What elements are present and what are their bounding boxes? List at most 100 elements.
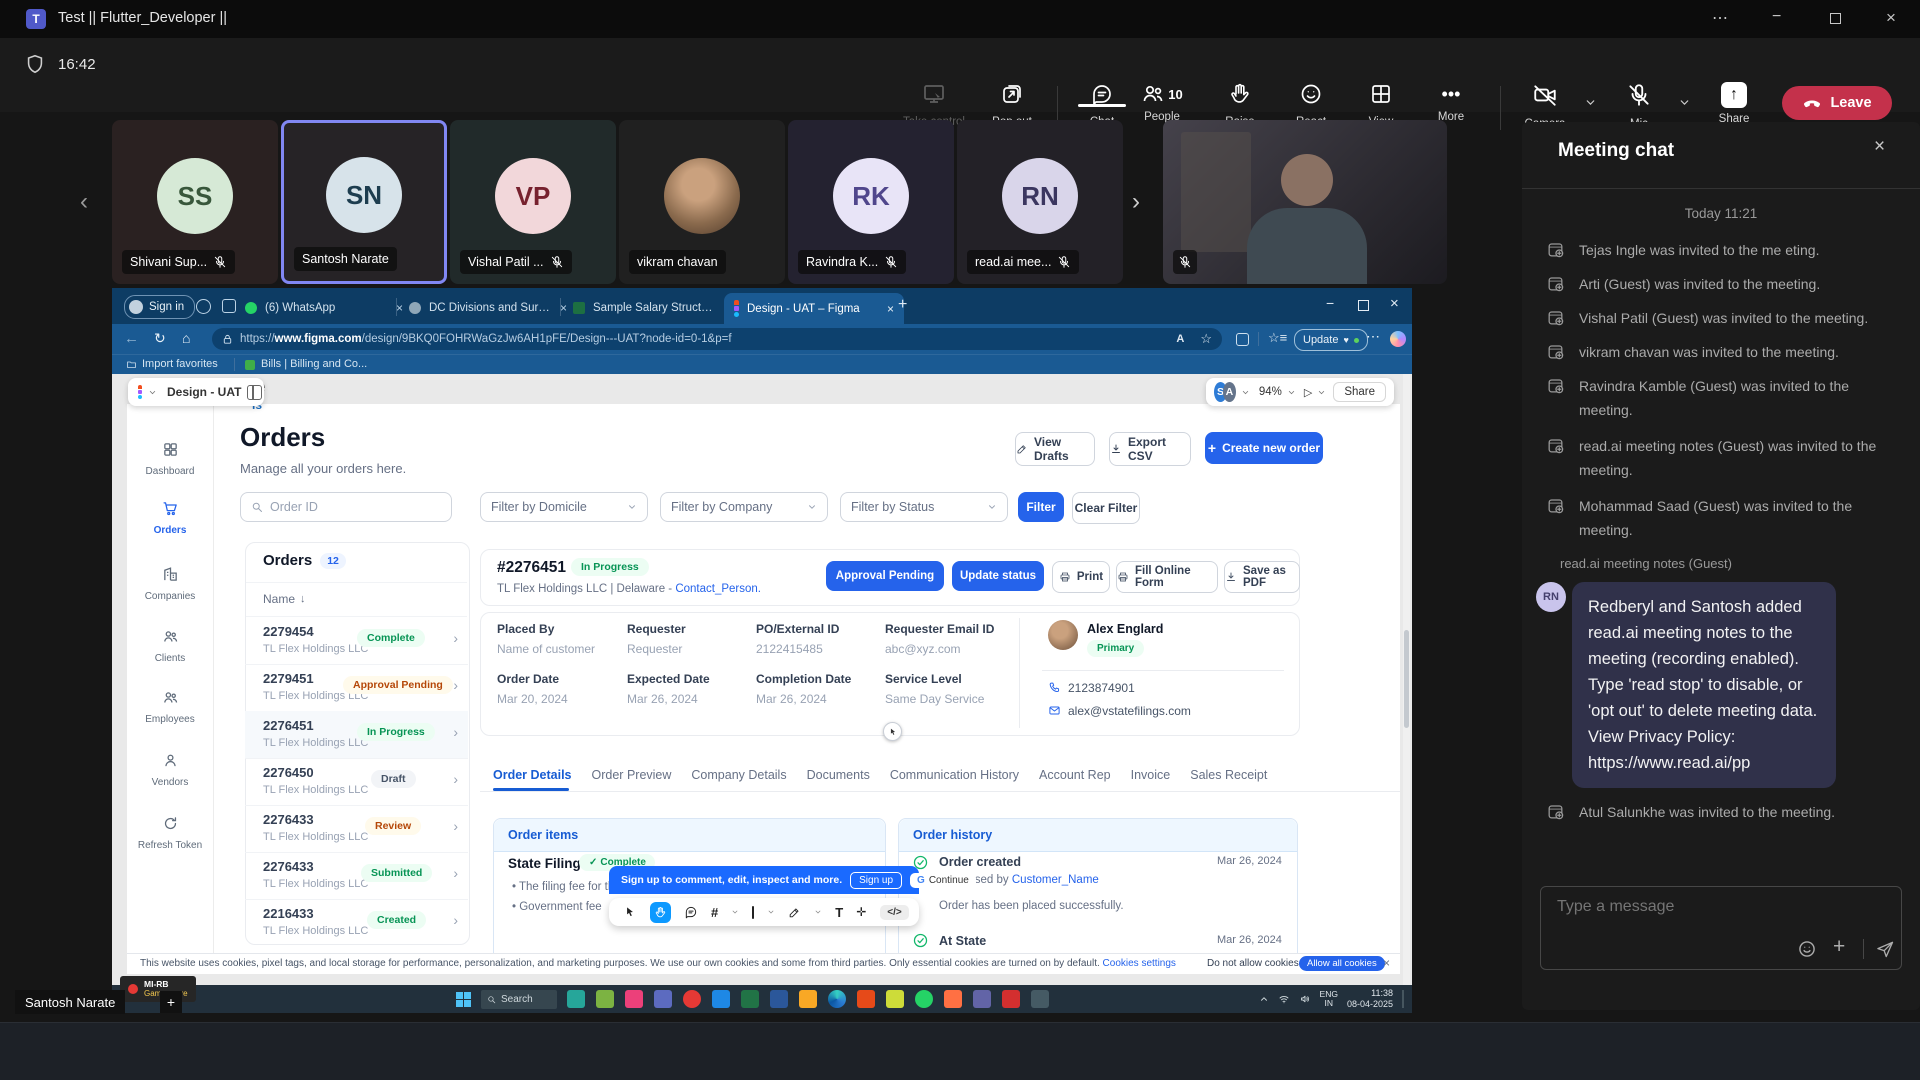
participant-tile-active[interactable]: SN Santosh Narate [281,120,447,284]
present-chevron-icon[interactable] [1317,388,1326,397]
leave-button[interactable]: Leave [1782,86,1892,120]
shared-tray-wifi-icon[interactable] [1278,993,1290,1005]
emoji-icon[interactable] [1797,939,1817,959]
chat-input-box[interactable]: + [1540,886,1902,970]
tab-order-details[interactable]: Order Details [493,768,572,782]
order-list-row[interactable]: 2216433TL Flex Holdings LLC Created› [245,899,468,946]
chat-message-input[interactable] [1555,897,1809,917]
tab-account-rep[interactable]: Account Rep [1039,768,1111,782]
order-list-row[interactable]: 2279451TL Flex Holdings LLC Approval Pen… [245,664,468,712]
shared-taskbar-app-icon[interactable] [683,990,701,1008]
tool-chevron-icon[interactable] [814,908,822,916]
browser-tab[interactable]: DC Divisions and Surroundings × [399,293,577,323]
sidebar-item-dashboard[interactable]: Dashboard [127,441,213,477]
shared-taskbar-app-icon[interactable] [567,990,585,1008]
move-tool-icon[interactable] [623,905,637,919]
filter-button[interactable]: Filter [1018,492,1064,522]
order-list-row[interactable]: 2276433TL Flex Holdings LLC Submitted› [245,852,468,900]
shared-taskbar-app-icon[interactable] [625,990,643,1008]
shared-taskbar-app-icon[interactable] [799,990,817,1008]
order-id-search[interactable]: Order ID [240,492,452,522]
shared-taskbar-app-icon[interactable] [654,990,672,1008]
home-icon[interactable]: ⌂ [182,330,190,346]
send-icon[interactable] [1875,939,1895,959]
contact-person-link[interactable]: Contact_Person. [675,583,761,595]
tool-chevron-icon[interactable] [767,908,775,916]
app-menu-icon[interactable]: ⋯ [1712,8,1728,28]
more-button[interactable]: ••• More [1421,82,1481,123]
shared-taskbar-app-icon[interactable] [1002,990,1020,1008]
signup-button[interactable]: Sign up [850,872,902,889]
order-list-row[interactable]: 2279454TL Flex Holdings LLC Complete› [245,617,468,665]
dev-mode-toggle[interactable]: </> [880,905,908,920]
sidebar-item-orders[interactable]: Orders [127,500,213,536]
collaborators-chevron-icon[interactable] [1241,388,1250,397]
shape-tool-icon[interactable] [752,906,754,919]
tab-documents[interactable]: Documents [807,768,870,782]
sidebar-item-clients[interactable]: Clients [127,628,213,664]
tool-chevron-icon[interactable] [731,908,739,916]
shared-tray-language[interactable]: ENGIN [1320,990,1338,1008]
participant-video-tile[interactable] [1163,120,1447,284]
shared-taskbar-app-icon[interactable] [741,990,759,1008]
view-drafts-button[interactable]: View Drafts [1015,432,1095,466]
shared-taskbar-app-icon[interactable] [596,990,614,1008]
sidebar-item-refresh-token[interactable]: Refresh Token [127,815,213,851]
shared-search-box[interactable]: Search [481,990,557,1009]
participant-tile[interactable]: VP Vishal Patil ... [450,120,616,284]
figma-menu-chevron-icon[interactable] [148,388,157,397]
attach-plus-icon[interactable]: + [1833,935,1845,959]
update-status-button[interactable]: Update status [952,561,1044,591]
reload-icon[interactable]: ↻ [154,330,166,347]
shared-taskbar-app-icon[interactable] [712,990,730,1008]
browser-minimize-icon[interactable]: − [1326,295,1334,311]
allow-cookies-button[interactable]: Allow all cookies [1299,956,1385,971]
shared-tray-volume-icon[interactable] [1299,993,1311,1005]
pen-tool-icon[interactable] [788,906,801,919]
frame-tool-icon[interactable]: # [711,905,718,920]
maximize-button[interactable] [1830,13,1841,24]
browser-maximize-icon[interactable] [1358,300,1369,311]
fill-online-form-button[interactable]: Fill Online Form [1116,561,1218,593]
tab-communication-history[interactable]: Communication History [890,768,1019,782]
shared-show-desktop[interactable] [1402,990,1404,1008]
favorites-bar-icon[interactable]: ☆≡ [1268,330,1287,346]
browser-menu-icon[interactable]: ⋯ [1366,328,1380,345]
create-new-order-button[interactable]: + Create new order [1205,432,1323,464]
new-tab-icon[interactable]: + [898,296,907,314]
shared-taskbar-app-icon[interactable] [857,990,875,1008]
participant-tile[interactable]: vikram chavan [619,120,785,284]
comment-tool-icon[interactable] [684,905,698,919]
approval-pending-button[interactable]: Approval Pending [826,561,944,591]
actions-tool-icon[interactable]: ✛ [856,905,867,919]
import-favorites-link[interactable]: Import favorites [142,358,218,370]
filter-status-select[interactable]: Filter by Status [840,492,1008,522]
filter-domicile-select[interactable]: Filter by Domicile [480,492,648,522]
shared-tray-clock[interactable]: 11:3808-04-2025 [1347,988,1393,1010]
layout-panel-icon[interactable] [247,385,262,400]
filter-company-select[interactable]: Filter by Company [660,492,828,522]
minimize-button[interactable]: − [1772,8,1781,26]
order-list-row[interactable]: 2276433TL Flex Holdings LLC Review› [245,805,468,853]
tiles-scroll-left-icon[interactable]: ‹ [80,188,88,216]
shared-start-icon[interactable] [456,992,471,1007]
order-list-row-selected[interactable]: 2276451TL Flex Holdings LLC In Progress› [245,711,468,759]
tab-order-preview[interactable]: Order Preview [592,768,672,782]
browser-tab[interactable]: (6) WhatsApp × [235,293,413,323]
extension-icon[interactable] [1236,333,1249,346]
shared-taskbar-app-icon[interactable] [915,990,933,1008]
browser-profile-button[interactable]: Sign in [124,295,195,319]
tab-close-icon[interactable]: × [887,302,894,316]
figma-doc-title[interactable]: Design - UAT [167,385,241,399]
hand-tool-icon-active[interactable] [650,902,671,923]
zoom-level[interactable]: 94% [1259,386,1282,398]
people-button[interactable]: 10 People [1127,82,1197,123]
save-as-pdf-button[interactable]: Save as PDF [1224,561,1300,593]
shared-taskbar-app-icon[interactable] [944,990,962,1008]
url-field[interactable]: https://www.figma.com/design/9BKQ0FOHRWa… [212,328,1222,350]
print-button[interactable]: Print [1052,561,1110,593]
customer-name-link[interactable]: Customer_Name [1012,874,1099,886]
shared-taskbar-app-icon[interactable] [1031,990,1049,1008]
shared-tray-chevron-icon[interactable] [1259,994,1269,1004]
tiles-scroll-right-icon[interactable]: › [1132,188,1140,216]
